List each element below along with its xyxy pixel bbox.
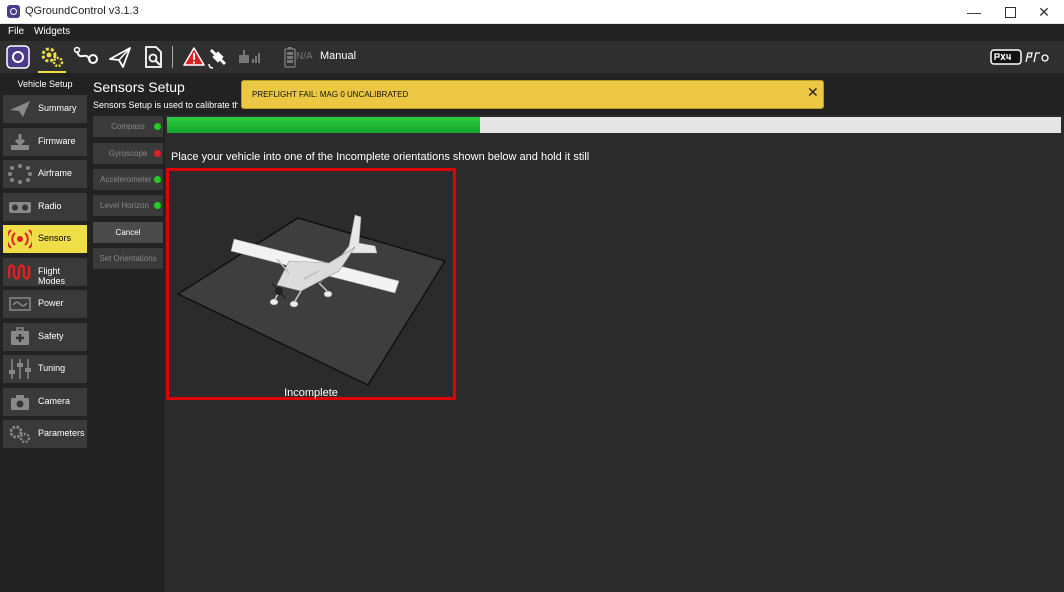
maximize-icon	[1004, 7, 1016, 18]
document-search-icon	[145, 46, 162, 68]
menu-file[interactable]: File	[8, 26, 24, 37]
page-description: Sensors Setup is used to calibrate the s…	[93, 100, 238, 110]
title-bar: QGroundControl v3.1.3 — ✕	[0, 0, 1064, 24]
accelerometer-button[interactable]: Accelerometer	[93, 169, 163, 190]
close-button[interactable]: ✕	[1024, 0, 1064, 24]
sensors-setup-page: Sensors Setup Sensors Setup is used to c…	[90, 73, 1064, 592]
vehicle-setup-button[interactable]	[38, 43, 66, 73]
first-aid-icon	[11, 327, 29, 345]
sidebar-item-label: Summary	[38, 103, 77, 113]
rc-signal-icon	[239, 50, 260, 63]
gears-icon	[9, 425, 31, 444]
sidebar-item-parameters[interactable]: Parameters	[3, 420, 87, 448]
flight-mode-selector[interactable]: Manual	[320, 50, 356, 62]
main-toolbar: N/A Manual	[0, 41, 1064, 73]
sidebar-item-firmware[interactable]: Firmware	[3, 128, 87, 156]
sidebar-item-label: Airframe	[38, 168, 73, 178]
sliders-icon	[9, 359, 31, 379]
calibration-panel: Place your vehicle into one of the Incom…	[165, 115, 1064, 592]
window-title: QGroundControl v3.1.3	[25, 5, 139, 17]
calibration-progress-bar	[167, 117, 1061, 133]
compass-status-dot	[154, 123, 161, 130]
level-horizon-button[interactable]: Level Horizon	[93, 195, 163, 216]
gyroscope-label: Gyroscope	[108, 149, 148, 158]
sensors-icon	[8, 229, 32, 249]
sidebar-item-power[interactable]: Power	[3, 290, 87, 318]
camera-icon	[11, 395, 29, 410]
sidebar-item-label: Camera	[38, 396, 71, 406]
rc-rssi-indicator[interactable]	[234, 43, 262, 71]
battery-value: N/A	[296, 51, 313, 62]
sidebar-item-label: Firmware	[38, 136, 76, 146]
sidebar-item-label: Tuning	[38, 363, 66, 373]
toolbar-divider	[172, 46, 173, 68]
fly-view-button[interactable]	[106, 43, 134, 71]
cancel-button[interactable]: Cancel	[93, 222, 163, 243]
calibration-progress-fill	[167, 117, 480, 133]
accelerometer-label: Accelerometer	[100, 175, 152, 184]
route-icon	[73, 46, 98, 64]
app-window: QGroundControl v3.1.3 — ✕ File Widgets N…	[0, 0, 1064, 592]
level-horizon-label: Level Horizon	[100, 201, 149, 210]
app-logo-icon	[7, 5, 20, 18]
vehicle-orientation-image	[176, 214, 447, 386]
menu-widgets[interactable]: Widgets	[34, 26, 70, 37]
sidebar-header: Vehicle Setup	[17, 79, 73, 89]
gps-indicator[interactable]	[204, 43, 232, 71]
calibration-instruction: Place your vehicle into one of the Incom…	[171, 151, 590, 163]
minimize-button[interactable]: —	[954, 0, 994, 24]
paper-plane-icon	[109, 47, 131, 68]
sidebar-item-label: Flight Modes	[38, 266, 66, 286]
px4-pro-logo-icon	[990, 49, 1049, 65]
wave-icon	[8, 264, 31, 280]
sidebar-item-label: Power	[38, 298, 64, 308]
sidebar-item-summary[interactable]: Summary	[3, 95, 87, 123]
sidebar-item-label: Sensors	[38, 233, 72, 243]
compass-label: Compass	[111, 122, 145, 131]
orientation-status-label: Incomplete	[284, 387, 338, 399]
sidebar-item-label: Parameters	[38, 428, 85, 438]
sidebar-item-radio[interactable]: Radio	[3, 193, 87, 221]
qgc-logo-icon	[6, 45, 30, 69]
sidebar-item-sensors[interactable]: Sensors	[3, 225, 87, 253]
sidebar-item-tuning[interactable]: Tuning	[3, 355, 87, 383]
gyroscope-status-dot	[154, 150, 161, 157]
compass-button[interactable]: Compass	[93, 116, 163, 137]
menu-bar: File Widgets	[0, 24, 1064, 41]
plan-view-button[interactable]	[72, 43, 100, 71]
sidebar-item-airframe[interactable]: Airframe	[3, 160, 87, 188]
page-title: Sensors Setup	[93, 79, 185, 95]
airframe-icon	[8, 164, 32, 184]
gears-icon	[41, 47, 64, 68]
alert-message: PREFLIGHT FAIL: MAG 0 UNCALIBRATED	[252, 90, 409, 99]
sidebar-item-label: Safety	[38, 331, 64, 341]
sidebar-item-flight-modes[interactable]: Flight Modes	[3, 258, 87, 286]
qgc-logo-button[interactable]	[4, 43, 32, 71]
satellite-icon	[208, 48, 227, 69]
preflight-alert-banner: PREFLIGHT FAIL: MAG 0 UNCALIBRATED ✕	[241, 80, 824, 109]
power-icon	[9, 297, 31, 311]
paper-plane-icon	[10, 101, 30, 117]
alert-close-button[interactable]: ✕	[807, 84, 819, 101]
sidebar-item-label: Radio	[38, 201, 62, 211]
radio-icon	[9, 202, 31, 213]
sidebar-item-camera[interactable]: Camera	[3, 388, 87, 416]
orientation-incomplete: Incomplete	[166, 168, 456, 400]
accelerometer-status-dot	[154, 176, 161, 183]
sidebar-item-safety[interactable]: Safety	[3, 323, 87, 351]
set-orientations-button[interactable]: Set Orientations	[93, 248, 163, 269]
download-icon	[11, 134, 29, 150]
analyze-button[interactable]	[140, 43, 168, 71]
vehicle-setup-sidebar: Vehicle Setup Summary Firmware Airframe	[0, 73, 90, 592]
gyroscope-button[interactable]: Gyroscope	[93, 143, 163, 164]
level-horizon-status-dot	[154, 202, 161, 209]
